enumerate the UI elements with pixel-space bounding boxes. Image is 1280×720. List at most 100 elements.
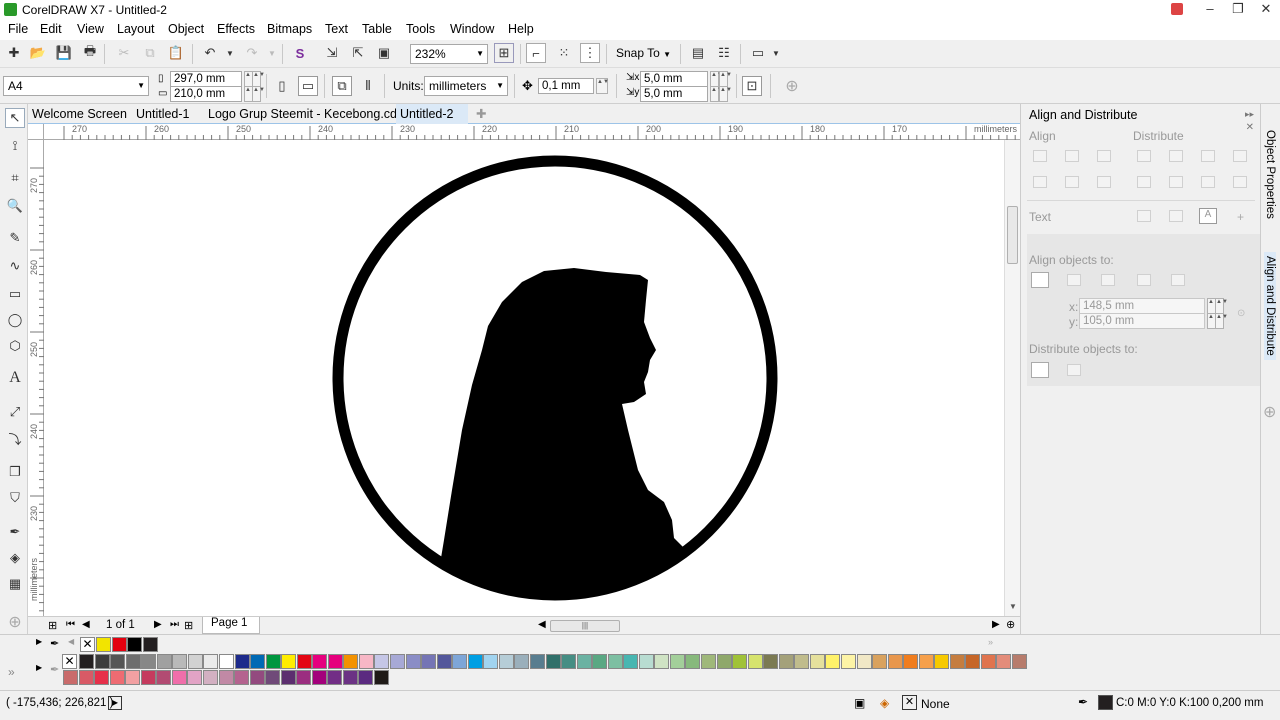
color-swatch[interactable]: [311, 670, 327, 685]
drop-shadow-icon[interactable]: ❐: [5, 462, 25, 482]
align-left-icon[interactable]: [1033, 150, 1047, 162]
height-lock[interactable]: ▲▼: [252, 71, 265, 87]
color-swatch[interactable]: [809, 654, 825, 669]
units-select[interactable]: millimeters ▼: [424, 76, 508, 96]
smart-fill-icon[interactable]: ▦: [5, 574, 25, 594]
color-swatch[interactable]: [452, 654, 468, 669]
ruler-origin[interactable]: [28, 124, 44, 140]
menu-bitmaps[interactable]: Bitmaps: [267, 22, 312, 36]
polygon-tool-icon[interactable]: ⬡: [5, 336, 25, 356]
scroll-left-icon[interactable]: ◀: [538, 619, 546, 630]
color-swatch[interactable]: [156, 654, 172, 669]
horizontal-scrollbar-thumb[interactable]: |||: [550, 620, 620, 632]
distribute-spacing-v-icon[interactable]: [1233, 176, 1247, 188]
color-swatch[interactable]: [436, 654, 452, 669]
menu-file[interactable]: File: [8, 22, 28, 36]
search-content-icon[interactable]: S: [290, 43, 310, 63]
color-swatch[interactable]: [312, 654, 328, 669]
menu-layout[interactable]: Layout: [117, 22, 155, 36]
add-icon[interactable]: ⊕: [782, 76, 802, 96]
last-page-icon[interactable]: ⏭: [170, 619, 179, 630]
color-swatch[interactable]: [218, 670, 234, 685]
close-button[interactable]: ✕: [1252, 0, 1280, 18]
menu-text[interactable]: Text: [325, 22, 348, 36]
dup-y-spinner[interactable]: ▲▼: [710, 86, 723, 102]
color-swatch[interactable]: [111, 637, 127, 652]
freehand-tool-icon[interactable]: ✎: [5, 228, 25, 248]
page-height-field[interactable]: 297,0 mm: [170, 71, 242, 87]
color-swatch[interactable]: [980, 654, 996, 669]
add-tool-icon[interactable]: ⊕: [5, 612, 25, 632]
eyedropper-icon[interactable]: ✒: [5, 522, 25, 542]
palette-eyedropper-icon[interactable]: ✒: [50, 663, 59, 676]
color-swatch[interactable]: [949, 654, 965, 669]
color-swatch[interactable]: [716, 654, 732, 669]
distribute-left-icon[interactable]: [1137, 150, 1151, 162]
full-screen-preview-icon[interactable]: ⊞: [494, 43, 514, 63]
palette-menu-icon[interactable]: ▶: [36, 663, 42, 672]
page-extent-icon[interactable]: [1067, 364, 1081, 376]
no-fill-swatch[interactable]: ✕: [62, 654, 77, 669]
distribute-top-icon[interactable]: [1137, 176, 1151, 188]
distribute-center-v-icon[interactable]: [1169, 176, 1183, 188]
play-icon[interactable]: ▶: [108, 696, 122, 710]
color-swatch[interactable]: [514, 654, 530, 669]
tab-welcome-screen[interactable]: Welcome Screen: [28, 104, 131, 124]
color-swatch[interactable]: [623, 654, 639, 669]
page-size-select[interactable]: A4 ▼: [3, 76, 149, 96]
color-swatch[interactable]: [203, 654, 219, 669]
menu-table[interactable]: Table: [362, 22, 392, 36]
color-swatch[interactable]: [187, 654, 203, 669]
menu-effects[interactable]: Effects: [217, 22, 255, 36]
page-tab[interactable]: Page 1: [202, 617, 260, 634]
first-page-icon[interactable]: ⏮: [66, 619, 75, 630]
color-swatch[interactable]: [561, 654, 577, 669]
menu-window[interactable]: Window: [450, 22, 494, 36]
color-swatch[interactable]: [545, 654, 561, 669]
color-swatch[interactable]: [187, 670, 203, 685]
parallel-dimension-icon[interactable]: ⤢: [5, 402, 25, 422]
color-swatch[interactable]: [281, 654, 297, 669]
menu-view[interactable]: View: [77, 22, 104, 36]
color-swatch[interactable]: [127, 637, 142, 652]
text-tool-icon[interactable]: A: [5, 368, 25, 388]
transparency-icon[interactable]: ⛉: [5, 488, 25, 508]
color-swatch[interactable]: [218, 654, 234, 669]
color-swatch[interactable]: [638, 654, 654, 669]
publish-pdf-icon[interactable]: ▣: [374, 43, 394, 63]
color-swatch[interactable]: [342, 670, 358, 685]
color-swatch[interactable]: [778, 654, 794, 669]
next-page-icon[interactable]: ▶: [154, 619, 162, 630]
tab-object-properties[interactable]: Object Properties: [1264, 130, 1276, 219]
paste-icon[interactable]: 📋: [166, 43, 186, 63]
color-swatch[interactable]: [358, 670, 374, 685]
previous-page-icon[interactable]: ◀: [82, 619, 90, 630]
color-swatch[interactable]: [887, 654, 903, 669]
add-page-before-icon[interactable]: ⊞: [48, 619, 57, 632]
distribute-center-h-icon[interactable]: [1169, 150, 1183, 162]
tab-untitled-2[interactable]: Untitled-2: [396, 104, 468, 124]
navigator-icon[interactable]: ⊕: [1006, 618, 1015, 631]
open-icon[interactable]: 📂: [28, 43, 48, 63]
pick-point-icon[interactable]: ⊙: [1237, 308, 1245, 319]
color-swatch[interactable]: [747, 654, 763, 669]
y-field[interactable]: 105,0 mm: [1079, 313, 1205, 329]
color-swatch[interactable]: [249, 670, 265, 685]
print-icon[interactable]: 🖶: [80, 43, 100, 63]
distribute-bottom-icon[interactable]: [1201, 176, 1215, 188]
color-swatch[interactable]: [140, 670, 156, 685]
doc-palette-scroll-right-icon[interactable]: »: [988, 637, 993, 647]
menu-help[interactable]: Help: [508, 22, 534, 36]
tab-untitled-1[interactable]: Untitled-1: [132, 104, 194, 124]
color-swatch[interactable]: [872, 654, 888, 669]
color-swatch[interactable]: [840, 654, 856, 669]
dup-x-spinner-2[interactable]: ▲▼: [719, 71, 732, 87]
color-swatch[interactable]: [142, 637, 158, 652]
color-swatch[interactable]: [529, 654, 545, 669]
undo-icon[interactable]: ↶: [200, 43, 220, 63]
color-swatch[interactable]: [125, 654, 141, 669]
palette-expand-icon[interactable]: »: [8, 665, 15, 679]
text-outline-icon[interactable]: +: [1237, 210, 1251, 224]
color-swatch[interactable]: [685, 654, 701, 669]
add-page-after-icon[interactable]: ⊞: [184, 619, 193, 632]
